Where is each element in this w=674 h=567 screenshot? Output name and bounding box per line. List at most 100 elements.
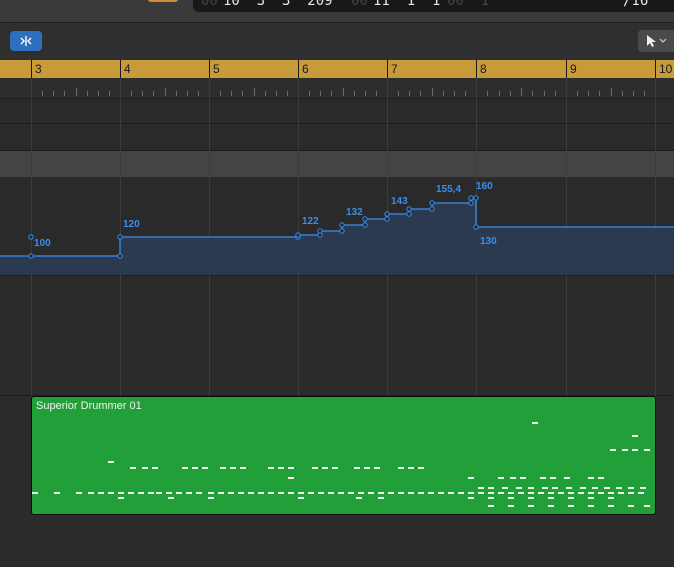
midi-note <box>542 487 548 489</box>
bar-tick <box>209 60 210 78</box>
midi-note <box>354 467 360 469</box>
tempo-point[interactable] <box>28 234 34 240</box>
midi-note <box>156 492 162 494</box>
tempo-curve[interactable]: 100 120 122 132 143 155,4 160 130 <box>0 178 674 278</box>
midi-note <box>548 497 554 499</box>
bar-ruler[interactable]: 3 4 5 6 7 8 9 10 <box>0 60 674 78</box>
tempo-point[interactable] <box>339 222 345 228</box>
lcd-locator-suffix: 00 1 <box>447 0 490 9</box>
tracks-area: 100 120 122 132 143 155,4 160 130 Superior Drum… <box>0 78 674 567</box>
midi-note <box>608 505 614 507</box>
midi-note <box>618 492 624 494</box>
marker-lane[interactable] <box>0 78 674 99</box>
midi-region[interactable]: Superior Drummer 01 <box>31 396 656 515</box>
tempo-label: 143 <box>391 196 408 207</box>
tempo-point[interactable] <box>28 253 34 259</box>
tempo-point[interactable] <box>406 211 412 217</box>
tempo-point[interactable] <box>429 200 435 206</box>
midi-note <box>374 467 380 469</box>
midi-note <box>638 492 644 494</box>
midi-note <box>588 492 594 494</box>
midi-note <box>628 492 634 494</box>
midi-note <box>528 505 534 507</box>
midi-note <box>98 492 104 494</box>
tempo-point[interactable] <box>406 206 412 212</box>
midi-note <box>258 492 264 494</box>
lcd-locator-prefix: 00 <box>351 0 368 9</box>
record-indicator <box>148 0 178 2</box>
bar-number: 7 <box>391 62 398 76</box>
tempo-point[interactable] <box>468 195 474 201</box>
midi-note <box>322 467 328 469</box>
tempo-point[interactable] <box>117 253 123 259</box>
midi-note <box>568 497 574 499</box>
midi-note <box>564 477 570 479</box>
midi-note <box>186 492 192 494</box>
midi-note <box>592 487 598 489</box>
tempo-point[interactable] <box>339 228 345 234</box>
midi-note <box>478 492 484 494</box>
beat-tick <box>175 91 177 96</box>
tempo-point[interactable] <box>384 216 390 222</box>
midi-note <box>488 487 494 489</box>
midi-note <box>408 492 414 494</box>
lcd-position: 10 3 3 209 <box>223 0 333 9</box>
midi-note <box>528 497 534 499</box>
beat-tick <box>599 91 601 96</box>
beat-tick <box>554 91 556 96</box>
tempo-point[interactable] <box>295 232 301 238</box>
midi-note <box>588 505 594 507</box>
beat-tick <box>264 91 266 96</box>
midi-note <box>640 487 646 489</box>
midi-note <box>588 477 594 479</box>
tempo-point[interactable] <box>473 195 479 201</box>
beat-tick <box>242 91 244 96</box>
tempo-area <box>0 198 674 275</box>
tempo-point[interactable] <box>362 216 368 222</box>
beat-tick <box>331 91 333 96</box>
tempo-point[interactable] <box>384 211 390 217</box>
midi-note <box>568 492 574 494</box>
midi-note <box>428 492 434 494</box>
beat-tick <box>398 91 400 96</box>
pointer-tool-menu[interactable] <box>638 30 674 52</box>
beat-tick <box>375 91 377 96</box>
signature-lane[interactable] <box>0 99 674 124</box>
midi-note <box>608 492 614 494</box>
beat-tick <box>131 91 133 96</box>
lcd-display[interactable]: 00 10 3 3 209 00 11 1 1 00 1 /16 <box>193 0 674 12</box>
catch-playhead-button[interactable] <box>10 31 42 51</box>
midi-note <box>478 487 484 489</box>
beat-tick <box>142 91 144 96</box>
tempo-point[interactable] <box>317 228 323 234</box>
tempo-point[interactable] <box>468 200 474 206</box>
midi-note <box>644 449 650 451</box>
tempo-point[interactable] <box>117 234 123 240</box>
midi-note <box>438 492 444 494</box>
midi-note <box>76 492 82 494</box>
midi-note <box>418 492 424 494</box>
midi-note <box>240 467 246 469</box>
beat-tick <box>509 91 511 96</box>
midi-note <box>508 505 514 507</box>
beat-tick <box>342 88 344 96</box>
midi-note <box>468 497 474 499</box>
midi-note <box>498 477 504 479</box>
midi-note <box>142 467 148 469</box>
beat-tick <box>53 91 55 96</box>
beat-tick <box>420 91 422 96</box>
midi-note <box>176 492 182 494</box>
tempo-point[interactable] <box>473 224 479 230</box>
midi-note <box>388 492 394 494</box>
control-bar: 00 10 3 3 209 00 11 1 1 00 1 /16 <box>0 0 674 23</box>
midi-note <box>468 477 474 479</box>
tempo-point[interactable] <box>362 222 368 228</box>
midi-note <box>288 492 294 494</box>
midi-note <box>328 492 334 494</box>
tempo-point[interactable] <box>429 206 435 212</box>
midi-note <box>298 492 304 494</box>
midi-note <box>508 497 514 499</box>
tempo-label: 130 <box>480 236 497 247</box>
arrangement-lane[interactable] <box>0 124 674 151</box>
midi-note <box>238 492 244 494</box>
